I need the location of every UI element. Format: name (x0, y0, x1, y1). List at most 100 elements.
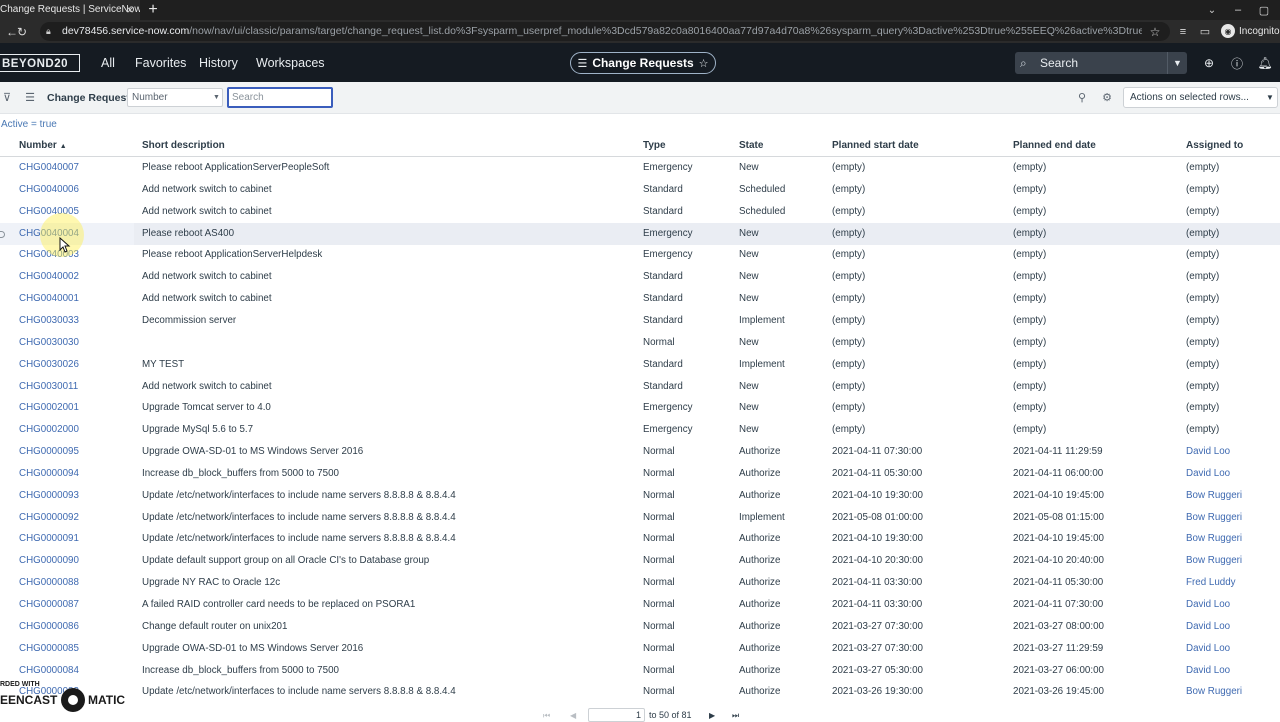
table-row[interactable]: CHG0000090 Update default support group o… (0, 550, 1280, 572)
table-row[interactable]: CHG0040003 Please reboot ApplicationServe… (0, 244, 1280, 266)
number-link[interactable]: CHG0040001 (19, 288, 134, 310)
row-select-radio[interactable] (0, 230, 5, 238)
table-row[interactable]: CHG0000092 Update /etc/network/interfaces… (0, 507, 1280, 529)
number-link[interactable]: CHG0000086 (19, 616, 134, 638)
table-row[interactable]: CHG0030011 Add network switch to cabinet S… (0, 376, 1280, 398)
list-title[interactable]: Change Requests (47, 90, 136, 106)
nav-history[interactable]: History (199, 53, 238, 73)
assigned-to-cell[interactable]: David Loo (1186, 638, 1280, 660)
assigned-to-cell[interactable]: Bow Ruggeri (1186, 550, 1280, 572)
previous-page-icon[interactable]: ◀ (570, 711, 580, 720)
table-row[interactable]: CHG0030030 Normal New (empty) (empty) (empty) (0, 332, 1280, 354)
column-header-number[interactable]: Number ▲ (19, 139, 129, 153)
bookmark-star-icon[interactable]: ☆ (1147, 22, 1163, 41)
assigned-to-cell[interactable]: David Loo (1186, 441, 1280, 463)
table-row[interactable]: CHG0040004 Please reboot AS400 Emergency Ne… (0, 222, 1280, 245)
table-row[interactable]: CHG0040001 Add network switch to cabinet S… (0, 288, 1280, 310)
column-header-planned-end[interactable]: Planned end date (1013, 139, 1163, 153)
incognito-icon[interactable]: ◉ (1221, 24, 1235, 38)
assigned-to-cell[interactable]: Bow Ruggeri (1186, 681, 1280, 703)
assigned-to-cell[interactable]: Bow Ruggeri (1186, 485, 1280, 507)
minimize-icon[interactable]: – (1228, 0, 1248, 20)
number-link[interactable]: CHG0030011 (19, 376, 134, 398)
assigned-to-cell[interactable]: David Loo (1186, 594, 1280, 616)
assigned-to-cell[interactable]: Bow Ruggeri (1186, 528, 1280, 550)
gear-icon[interactable]: ⚙ (1100, 89, 1114, 105)
number-link[interactable]: CHG0030026 (19, 354, 134, 376)
number-link[interactable]: CHG0030033 (19, 310, 134, 332)
breadcrumb[interactable]: Active = true (1, 118, 121, 131)
table-row[interactable]: CHG0000095 Upgrade OWA-SD-01 to MS Window… (0, 441, 1280, 463)
number-link[interactable]: CHG0000095 (19, 441, 134, 463)
column-header-type[interactable]: Type (643, 139, 723, 153)
tab-close-icon[interactable]: × (122, 0, 138, 20)
table-row[interactable]: CHG0000083 Update /etc/network/interfaces… (0, 681, 1280, 703)
table-row[interactable]: CHG0000087 A failed RAID controller card … (0, 594, 1280, 616)
table-row[interactable]: CHG0000086 Change default router on unix2… (0, 616, 1280, 638)
column-header-planned-start[interactable]: Planned start date (832, 139, 982, 153)
table-row[interactable]: CHG0040002 Add network switch to cabinet S… (0, 266, 1280, 288)
assigned-to-cell[interactable]: David Loo (1186, 660, 1280, 682)
number-link[interactable]: CHG0000094 (19, 463, 134, 485)
favorite-star-icon[interactable]: ☆ (699, 57, 709, 70)
number-link[interactable]: CHG0002001 (19, 397, 134, 419)
number-link[interactable]: CHG0030030 (19, 332, 134, 354)
browser-tab[interactable]: Change Requests | ServiceNow (0, 0, 140, 20)
company-logo[interactable]: BEYOND20 (0, 54, 80, 72)
number-link[interactable]: CHG0000084 (19, 660, 134, 682)
table-row[interactable]: CHG0000091 Update /etc/network/interfaces… (0, 528, 1280, 550)
table-row[interactable]: CHG0040005 Add network switch to cabinet S… (0, 201, 1280, 223)
tab-search-chevron-icon[interactable]: ⌄ (1204, 0, 1220, 20)
column-header-state[interactable]: State (739, 139, 819, 153)
first-page-icon[interactable]: ⏮ (543, 711, 555, 720)
number-link[interactable]: CHG0002000 (19, 419, 134, 441)
global-search-input[interactable]: Search (1040, 52, 1150, 74)
globe-icon[interactable]: ⊕ (1201, 53, 1217, 73)
nav-workspaces[interactable]: Workspaces (256, 53, 325, 73)
column-header-short-description[interactable]: Short description (142, 139, 292, 153)
assigned-to-cell[interactable]: David Loo (1186, 616, 1280, 638)
last-page-icon[interactable]: ⏭ (732, 711, 744, 720)
assigned-to-cell[interactable]: Bow Ruggeri (1186, 507, 1280, 529)
table-row[interactable]: CHG0030026 MY TEST Standard Implement (empty… (0, 354, 1280, 376)
search-dropdown-icon[interactable]: ▼ (1167, 52, 1187, 74)
number-link[interactable]: CHG0000091 (19, 528, 134, 550)
url-text[interactable]: dev78456.service-now.com/now/nav/ui/clas… (62, 24, 1142, 39)
table-row[interactable]: CHG0000088 Upgrade NY RAC to Oracle 12c No… (0, 572, 1280, 594)
assigned-to-cell[interactable]: Fred Luddy (1186, 572, 1280, 594)
search-field-select[interactable]: Number (127, 88, 223, 107)
number-link[interactable]: CHG0040002 (19, 266, 134, 288)
help-icon[interactable]: ⓘ (1229, 53, 1245, 73)
table-row[interactable]: CHG0000094 Increase db_block_buffers from… (0, 463, 1280, 485)
number-link[interactable]: CHG0000088 (19, 572, 134, 594)
table-row[interactable]: CHG0000093 Update /etc/network/interfaces… (0, 485, 1280, 507)
number-link[interactable]: CHG0040006 (19, 179, 134, 201)
assigned-to-cell[interactable]: David Loo (1186, 463, 1280, 485)
table-row[interactable]: CHG0002001 Upgrade Tomcat server to 4.0 Em… (0, 397, 1280, 419)
new-tab-icon[interactable]: + (146, 0, 160, 20)
column-header-assigned-to[interactable]: Assigned to (1186, 139, 1276, 153)
table-row[interactable]: CHG0030033 Decommission server Standard Imp… (0, 310, 1280, 332)
media-icon[interactable]: ≡ (1175, 20, 1191, 43)
list-search-input[interactable] (227, 87, 333, 108)
number-link[interactable]: CHG0000085 (19, 638, 134, 660)
next-page-icon[interactable]: ▶ (709, 711, 719, 720)
module-title-pill[interactable]: ☰ Change Requests ☆ (570, 52, 716, 74)
table-row[interactable]: CHG0000085 Upgrade OWA-SD-01 to MS Window… (0, 638, 1280, 660)
number-link[interactable]: CHG0040007 (19, 157, 134, 179)
nav-favorites[interactable]: Favorites (135, 53, 186, 73)
list-menu-icon[interactable]: ☰ (23, 89, 37, 105)
incognito-label[interactable]: Incognito (1239, 24, 1280, 39)
number-link[interactable]: CHG0000093 (19, 485, 134, 507)
filter-icon[interactable]: ⊽ (0, 89, 14, 105)
number-link[interactable]: CHG0000092 (19, 507, 134, 529)
number-link[interactable]: CHG0000090 (19, 550, 134, 572)
refresh-icon[interactable]: ↻ (14, 20, 30, 43)
actions-select[interactable]: Actions on selected rows... (1123, 87, 1278, 108)
nav-all[interactable]: All (101, 53, 119, 73)
pin-icon[interactable]: ⚲ (1075, 89, 1089, 105)
table-row[interactable]: CHG0000084 Increase db_block_buffers from… (0, 660, 1280, 682)
maximize-icon[interactable]: ▢ (1254, 0, 1274, 20)
number-link[interactable]: CHG0000087 (19, 594, 134, 616)
table-row[interactable]: CHG0040007 Please reboot ApplicationServe… (0, 157, 1280, 179)
